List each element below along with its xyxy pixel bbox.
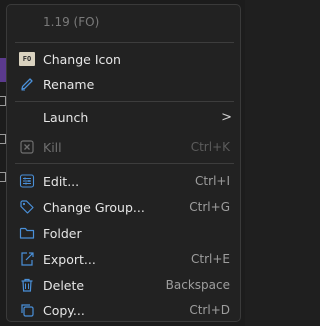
menu-item-label: Delete: [43, 277, 85, 293]
menu-item-kill[interactable]: Kill Ctrl+K: [15, 135, 234, 159]
menu-item-change-icon[interactable]: FO Change Icon: [15, 47, 234, 71]
context-menu: 1.19 (FO) FO Change Icon Rename Launch >: [6, 4, 241, 322]
menu-separator: [15, 163, 234, 164]
menu-item-label: Kill: [43, 139, 62, 155]
pencil-icon: [17, 74, 37, 94]
menu-separator: [15, 101, 234, 102]
menu-item-shortcut: Ctrl+G: [189, 200, 230, 214]
menu-item-shortcut: Ctrl+E: [191, 252, 230, 266]
menu-item-edit[interactable]: Edit... Ctrl+I: [15, 169, 234, 193]
menu-item-label: Export...: [43, 251, 96, 267]
menu-item-change-group[interactable]: Change Group... Ctrl+G: [15, 195, 234, 219]
menu-item-label: Change Icon: [43, 51, 121, 67]
menu-item-label: Change Group...: [43, 199, 145, 215]
menu-header: 1.19 (FO): [43, 15, 100, 29]
export-icon: [17, 249, 37, 269]
menu-item-label: Launch: [43, 109, 89, 125]
menu-item-shortcut: Ctrl+D: [189, 303, 230, 317]
menu-item-export[interactable]: Export... Ctrl+E: [15, 247, 234, 271]
copy-icon: [17, 300, 37, 320]
menu-item-folder[interactable]: Folder: [15, 221, 234, 245]
menu-item-label: Folder: [43, 225, 82, 241]
menu-separator: [15, 42, 234, 43]
close-box-icon: [17, 137, 37, 157]
menu-item-shortcut: Ctrl+I: [195, 174, 230, 188]
tag-icon: [17, 197, 37, 217]
menu-item-label: Copy...: [43, 302, 85, 318]
chevron-right-icon: >: [221, 109, 232, 125]
blank-icon-slot: [17, 107, 37, 127]
menu-item-copy[interactable]: Copy... Ctrl+D: [15, 298, 234, 321]
menu-item-label: Rename: [43, 76, 95, 92]
fo-badge-icon: FO: [17, 49, 37, 69]
sliders-icon: [17, 171, 37, 191]
menu-item-shortcut: Ctrl+K: [190, 140, 230, 154]
menu-item-shortcut: Backspace: [165, 278, 230, 292]
menu-item-delete[interactable]: Delete Backspace: [15, 273, 234, 297]
menu-item-rename[interactable]: Rename: [15, 72, 234, 96]
trash-icon: [17, 275, 37, 295]
menu-item-launch[interactable]: Launch >: [15, 105, 234, 129]
folder-icon: [17, 223, 37, 243]
menu-item-label: Edit...: [43, 173, 80, 189]
